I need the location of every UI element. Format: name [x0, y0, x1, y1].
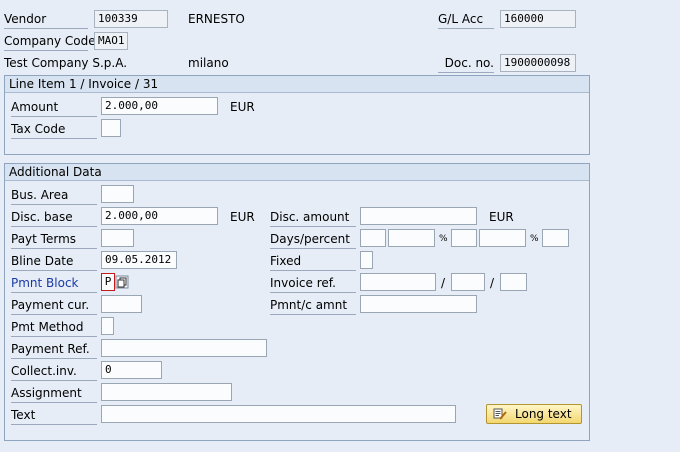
invoice-ref-field[interactable] [360, 273, 436, 291]
disc-base-currency: EUR [230, 210, 255, 224]
text-field[interactable] [101, 405, 456, 423]
company-name: Test Company S.p.A. [4, 56, 128, 70]
fixed-checkbox[interactable] [360, 251, 373, 269]
possible-entries-icon[interactable] [115, 275, 129, 289]
payment-ref-label: Payment Ref. [11, 340, 97, 359]
company-code-label: Company Code [4, 32, 96, 51]
doc-no-field[interactable]: 1900000098 [500, 54, 576, 72]
days-2-field[interactable] [451, 229, 477, 247]
pmnt-c-amnt-field[interactable] [360, 295, 477, 313]
payment-cur-field[interactable] [101, 295, 142, 313]
tax-code-field[interactable] [101, 119, 121, 137]
percent-2-sign: % [530, 234, 539, 244]
assignment-label: Assignment [11, 384, 97, 403]
city: milano [188, 56, 229, 70]
pmnt-block-field[interactable]: P [101, 273, 115, 291]
disc-base-field[interactable]: 2.000,00 [101, 207, 218, 225]
gl-acc-field[interactable]: 160000 [500, 10, 576, 28]
disc-base-label: Disc. base [11, 208, 97, 227]
amount-field[interactable]: 2.000,00 [101, 97, 218, 115]
fixed-label: Fixed [270, 252, 356, 271]
bus-area-label: Bus. Area [11, 186, 97, 205]
collect-inv-label: Collect.inv. [11, 362, 97, 381]
pmnt-block-label[interactable]: Pmnt Block [11, 274, 97, 293]
invoice-ref-item-field[interactable] [500, 273, 527, 291]
amount-currency: EUR [230, 100, 255, 114]
bus-area-field[interactable] [101, 185, 134, 203]
payt-terms-label: Payt Terms [11, 230, 97, 249]
payment-cur-label: Payment cur. [11, 296, 97, 315]
vendor-label: Vendor [4, 10, 88, 29]
vendor-field[interactable]: 100339 [94, 10, 168, 28]
disc-amount-label: Disc. amount [270, 208, 356, 227]
percent-1-sign: % [439, 234, 448, 244]
document-pencil-icon [493, 408, 507, 420]
tax-code-label: Tax Code [11, 120, 97, 139]
vendor-name: ERNESTO [188, 12, 245, 26]
line-item-title: Line Item 1 / Invoice / 31 [5, 76, 589, 93]
invoice-ref-slash-2: / [490, 276, 495, 290]
percent-2-field[interactable] [479, 229, 526, 247]
collect-inv-field[interactable]: 0 [101, 361, 162, 379]
doc-no-label: Doc. no. [438, 54, 494, 73]
long-text-label: Long text [515, 407, 572, 421]
pmnt-c-amnt-label: Pmnt/c amnt [270, 296, 356, 315]
long-text-button[interactable]: Long text [486, 404, 582, 424]
text-label: Text [11, 406, 97, 425]
pmt-method-field[interactable] [101, 317, 114, 335]
additional-data-title: Additional Data [5, 164, 589, 181]
bline-date-label: Bline Date [11, 252, 97, 271]
disc-amount-field[interactable] [360, 207, 477, 225]
bline-date-field[interactable]: 09.05.2012 [101, 251, 177, 269]
invoice-ref-slash-1: / [441, 276, 446, 290]
days-3-field[interactable] [542, 229, 569, 247]
company-code-field[interactable]: MAO1 [94, 32, 128, 50]
payment-ref-field[interactable] [101, 339, 267, 357]
invoice-ref-label: Invoice ref. [270, 274, 356, 293]
percent-1-field[interactable] [388, 229, 435, 247]
gl-acc-label: G/L Acc [438, 10, 494, 29]
assignment-field[interactable] [101, 383, 232, 401]
invoice-ref-year-field[interactable] [451, 273, 485, 291]
amount-label: Amount [11, 98, 97, 117]
disc-amount-currency: EUR [489, 210, 514, 224]
pmt-method-label: Pmt Method [11, 318, 97, 337]
days-percent-label: Days/percent [270, 230, 356, 249]
days-1-field[interactable] [360, 229, 386, 247]
payt-terms-field[interactable] [101, 229, 134, 247]
